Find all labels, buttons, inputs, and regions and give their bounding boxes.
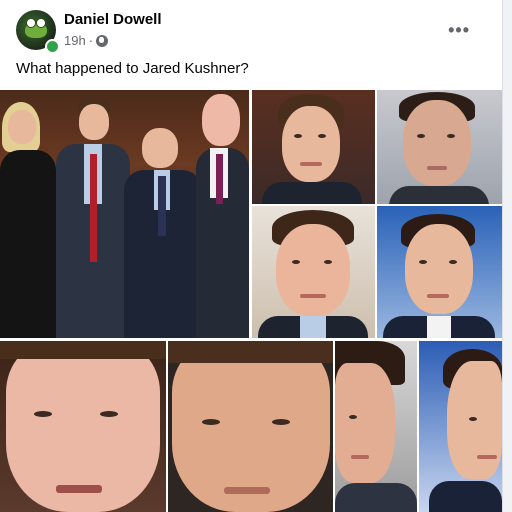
- post-photo-portrait-2[interactable]: [377, 90, 502, 204]
- post-caption: What happened to Jared Kushner?: [16, 60, 249, 77]
- post-photo-portrait-3[interactable]: [252, 206, 375, 338]
- meta-separator: ·: [88, 33, 94, 48]
- post-photo-closeup-2[interactable]: [168, 341, 333, 512]
- person-figure: [0, 90, 60, 338]
- frog-icon: [25, 18, 47, 38]
- post-timestamp[interactable]: 19h: [64, 33, 86, 48]
- post-header: Daniel Dowell 19h · •••: [16, 10, 490, 54]
- person-figure: [52, 90, 132, 338]
- online-status-dot: [45, 39, 60, 54]
- person-figure: [122, 90, 202, 338]
- post-meta: 19h ·: [64, 33, 109, 48]
- post-photo-closeup-4[interactable]: [419, 341, 502, 512]
- author-name[interactable]: Daniel Dowell: [64, 11, 162, 28]
- person-figure: [196, 90, 249, 338]
- post-photo-closeup-1[interactable]: [0, 341, 166, 512]
- post-photo-portrait-4[interactable]: [377, 206, 502, 338]
- post-photo-group[interactable]: [0, 90, 249, 338]
- feed-post: Daniel Dowell 19h · ••• What happened to…: [0, 0, 503, 512]
- more-options-button[interactable]: •••: [448, 20, 470, 41]
- globe-icon[interactable]: [96, 34, 109, 47]
- post-photo-closeup-3[interactable]: [335, 341, 417, 512]
- post-photo-portrait-1[interactable]: [252, 90, 375, 204]
